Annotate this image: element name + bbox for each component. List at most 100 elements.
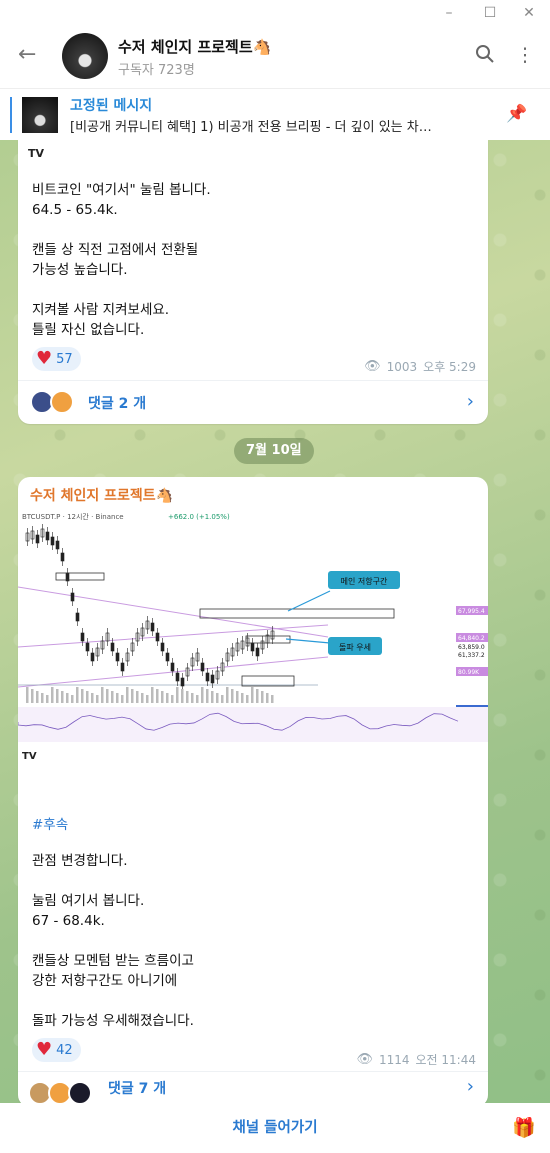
volume-bar — [216, 693, 219, 703]
volume-bar — [271, 695, 274, 703]
price-label: 80.99K — [458, 669, 480, 676]
chart-symbol-line: BTCUSDT.P · 12시간 · Binance — [22, 512, 124, 521]
volume-bar — [261, 691, 264, 703]
volume-bar — [191, 693, 194, 703]
view-count: 1114 — [378, 1052, 410, 1067]
more-vert-icon[interactable]: ⋮ — [514, 44, 536, 66]
maximize-icon[interactable]: ☐ — [481, 4, 499, 22]
tradingview-logo: TV — [28, 147, 45, 160]
minimize-icon[interactable]: – — [440, 4, 458, 22]
volume-bar — [186, 691, 189, 703]
volume-bar — [71, 695, 74, 703]
volume-bar — [166, 693, 169, 703]
comments-button[interactable]: 댓글 7 개 › — [18, 1071, 488, 1107]
price-label: 67,995.4 — [458, 608, 485, 615]
eye-icon: 👁 — [364, 359, 381, 374]
volume-bar — [36, 691, 39, 703]
volume-bar — [231, 689, 234, 703]
pinned-title: 고정된 메시지 — [70, 98, 153, 114]
message-text: 비트코인 "여기서" 눌림 봅니다. 64.5 - 65.4k. 캔들 상 직전… — [32, 182, 211, 338]
volume-bar — [266, 693, 269, 703]
join-channel-button[interactable]: 채널 들어가기 — [0, 1103, 550, 1153]
message-time: 오후 5:29 — [423, 360, 476, 374]
comments-label: 댓글 7 개 — [108, 1081, 167, 1097]
gift-icon[interactable]: 🎁 — [512, 1116, 536, 1140]
message-meta: 👁 1114 오전 11:44 — [356, 1051, 476, 1068]
volume-bar — [26, 687, 29, 703]
back-arrow-icon[interactable]: ← — [18, 43, 42, 67]
message-bubble: TV 비트코인 "여기서" 눌림 봅니다. 64.5 - 65.4k. 캔들 상… — [18, 140, 488, 424]
commenter-avatar — [50, 390, 74, 414]
trend-line — [17, 656, 329, 688]
volume-bar — [81, 689, 84, 703]
volume-bar — [86, 691, 89, 703]
volume-bar — [151, 687, 154, 703]
volume-bar — [171, 695, 174, 703]
commenter-avatar — [68, 1081, 92, 1105]
channel-header: ← 수저 체인지 프로젝트🐴 구독자 723명 ⋮ — [0, 26, 550, 88]
message-text: 관점 변경합니다. 눌림 여기서 봅니다. 67 - 68.4k. 캔들상 모멘… — [32, 853, 194, 1029]
volume-bar — [96, 695, 99, 703]
pinned-message-bar[interactable]: 고정된 메시지 [비공개 커뮤니티 혜택] 1) 비공개 전용 브리핑 - 더 … — [0, 88, 550, 140]
volume-bar — [61, 691, 64, 703]
comments-button[interactable]: 댓글 2 개 › — [18, 380, 488, 424]
volume-bar — [241, 693, 244, 703]
window-titlebar: – ☐ ✕ — [0, 0, 550, 26]
channel-title[interactable]: 수저 체인지 프로젝트🐴 — [118, 36, 271, 57]
message-bubble: 수저 체인지 프로젝트🐴 BTCUSDT.P · 12시간 · Binance … — [17, 477, 488, 1107]
unpin-icon[interactable]: 📌 — [506, 103, 528, 125]
message-meta: 👁 1003 오후 5:29 — [364, 358, 476, 375]
volume-box — [241, 675, 295, 687]
tradingview-logo: TV — [22, 751, 37, 762]
sender-name[interactable]: 수저 체인지 프로젝트🐴 — [30, 485, 173, 505]
annotation-arrow — [285, 638, 331, 644]
price-label: 64,840.2 — [458, 635, 485, 642]
volume-bar — [211, 691, 214, 703]
volume-bar — [46, 695, 49, 703]
heart-reaction[interactable]: ♥ 57 — [32, 347, 81, 371]
volume-bar — [101, 687, 104, 703]
volume-bar — [196, 695, 199, 703]
annotation-text: 돌파 우세 — [339, 643, 371, 652]
pinned-indicator — [10, 97, 12, 133]
bottom-bar: 채널 들어가기 🎁 — [0, 1103, 550, 1153]
search-icon[interactable] — [474, 44, 496, 66]
volume-bar — [31, 689, 34, 703]
reaction-count: 57 — [56, 351, 73, 367]
channel-avatar[interactable] — [62, 33, 108, 79]
chart-change-text: +662.0 (+1.05%) — [168, 513, 230, 521]
subscriber-count: 구독자 723명 — [118, 63, 195, 78]
reaction-count: 42 — [56, 1042, 73, 1058]
volume-bar — [131, 689, 134, 703]
price-label: 63,859.0 — [458, 644, 485, 651]
volume-bar — [141, 693, 144, 703]
volume-bar — [246, 695, 249, 703]
heart-reaction[interactable]: ♥ 42 — [32, 1038, 81, 1062]
close-icon[interactable]: ✕ — [520, 4, 538, 22]
volume-bar — [251, 687, 254, 703]
chart-image[interactable]: BTCUSDT.P · 12시간 · Binance +662.0 (+1.05… — [17, 507, 488, 787]
price-label: 61,337.2 — [458, 652, 485, 659]
volume-bar — [66, 693, 69, 703]
volume-bar — [91, 693, 94, 703]
volume-bar — [76, 687, 79, 703]
message-time: 오전 11:44 — [415, 1053, 476, 1067]
volume-bar — [126, 687, 129, 703]
chevron-right-icon: › — [466, 391, 474, 412]
date-separator: 7월 10일 — [234, 438, 314, 464]
volume-bar — [121, 695, 124, 703]
volume-bar — [181, 689, 184, 703]
volume-bar — [176, 687, 179, 703]
volume-bar — [56, 689, 59, 703]
main-resistance-box — [199, 608, 395, 619]
volume-bar — [41, 693, 44, 703]
volume-bar — [106, 689, 109, 703]
chevron-right-icon: › — [466, 1076, 474, 1097]
view-count: 1003 — [386, 359, 418, 374]
eye-icon: 👁 — [356, 1052, 373, 1067]
annotation-text: 메인 저항구간 — [341, 576, 388, 586]
hashtag-link[interactable]: #후속 — [32, 813, 68, 833]
volume-bar — [136, 691, 139, 703]
heart-icon: ♥ — [36, 1039, 53, 1060]
heart-icon: ♥ — [36, 348, 53, 369]
